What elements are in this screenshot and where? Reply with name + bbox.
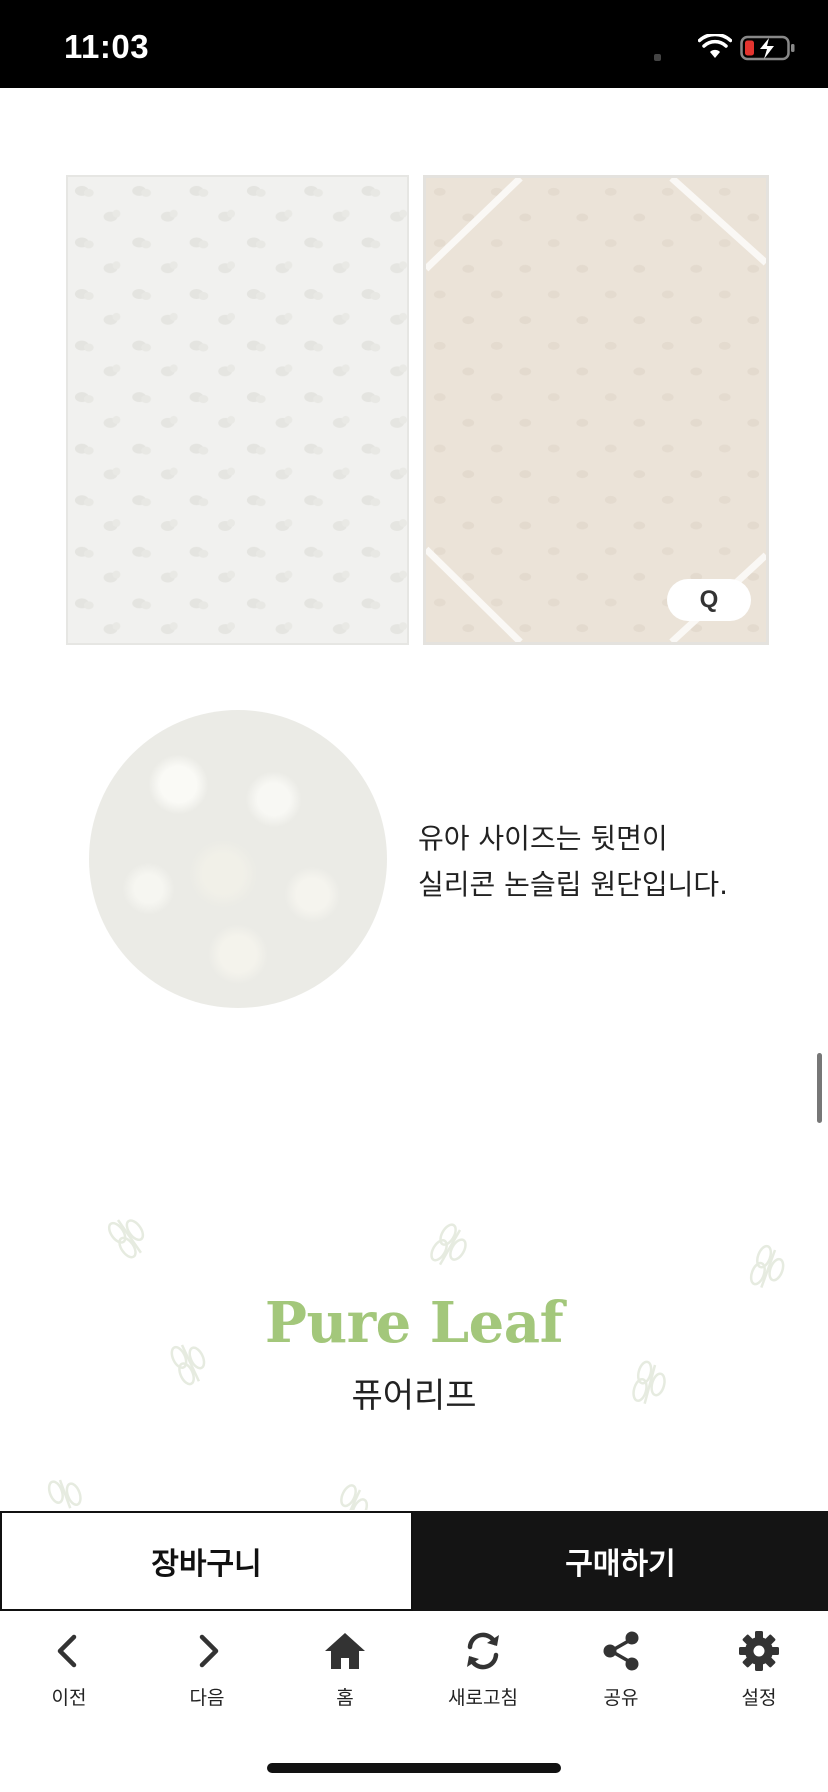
- scrollbar-thumb[interactable]: [817, 1053, 822, 1123]
- add-to-cart-button[interactable]: 장바구니: [0, 1511, 413, 1611]
- nav-share-button[interactable]: 공유: [552, 1611, 690, 1721]
- home-indicator[interactable]: [267, 1763, 561, 1773]
- product-image-white-blanket[interactable]: [66, 175, 409, 645]
- nav-forward-label: 다음: [189, 1687, 225, 1709]
- leaf-pattern-white: [68, 177, 407, 643]
- buy-now-button[interactable]: 구매하기: [413, 1511, 828, 1611]
- nav-back-label: 이전: [51, 1687, 87, 1709]
- bottom-navigation: 이전 다음 홈 새로고침 공유 설정: [0, 1611, 828, 1721]
- chevron-left-icon: [57, 1634, 77, 1668]
- nav-back-button[interactable]: 이전: [0, 1611, 138, 1721]
- fabric-closeup-image: [89, 710, 387, 1008]
- nav-refresh-label: 새로고침: [448, 1687, 518, 1709]
- nonslip-back-pattern: [426, 178, 766, 642]
- purchase-action-bar: 장바구니 구매하기: [0, 1511, 828, 1611]
- nav-share-label: 공유: [603, 1687, 639, 1709]
- fabric-description: 유아 사이즈는 뒷면이 실리콘 논슬립 원단입니다.: [418, 816, 798, 908]
- nav-forward-button[interactable]: 다음: [138, 1611, 276, 1721]
- brand-subtitle: 퓨어리프: [351, 1376, 477, 1416]
- share-icon: [603, 1631, 639, 1671]
- brand-title: Pure Leaf: [264, 1290, 564, 1356]
- gear-icon: [739, 1631, 779, 1671]
- fabric-description-line-2: 실리콘 논슬립 원단입니다.: [418, 868, 729, 901]
- app-screen: 11:03 Q 유아 사이즈는 뒷면이 실리콘 논슬립 원단입니다. Pure …: [0, 0, 828, 1792]
- refresh-icon: [467, 1632, 499, 1670]
- status-bar: 11:03: [0, 0, 828, 88]
- nav-refresh-button[interactable]: 새로고침: [414, 1611, 552, 1721]
- fabric-description-line-1: 유아 사이즈는 뒷면이: [418, 822, 668, 855]
- home-icon: [325, 1633, 365, 1669]
- nav-settings-label: 설정: [741, 1687, 777, 1709]
- size-badge: Q: [667, 579, 751, 621]
- nav-home-button[interactable]: 홈: [276, 1611, 414, 1721]
- status-time: 11:03: [64, 28, 150, 65]
- product-image-beige-blanket[interactable]: [423, 175, 769, 645]
- wifi-icon: [698, 34, 732, 58]
- battery-icon: [740, 35, 795, 61]
- chevron-right-icon: [199, 1634, 219, 1668]
- nav-settings-button[interactable]: 설정: [690, 1611, 828, 1721]
- camera-indicator-icon: [654, 54, 661, 61]
- nav-home-label: 홈: [336, 1687, 354, 1709]
